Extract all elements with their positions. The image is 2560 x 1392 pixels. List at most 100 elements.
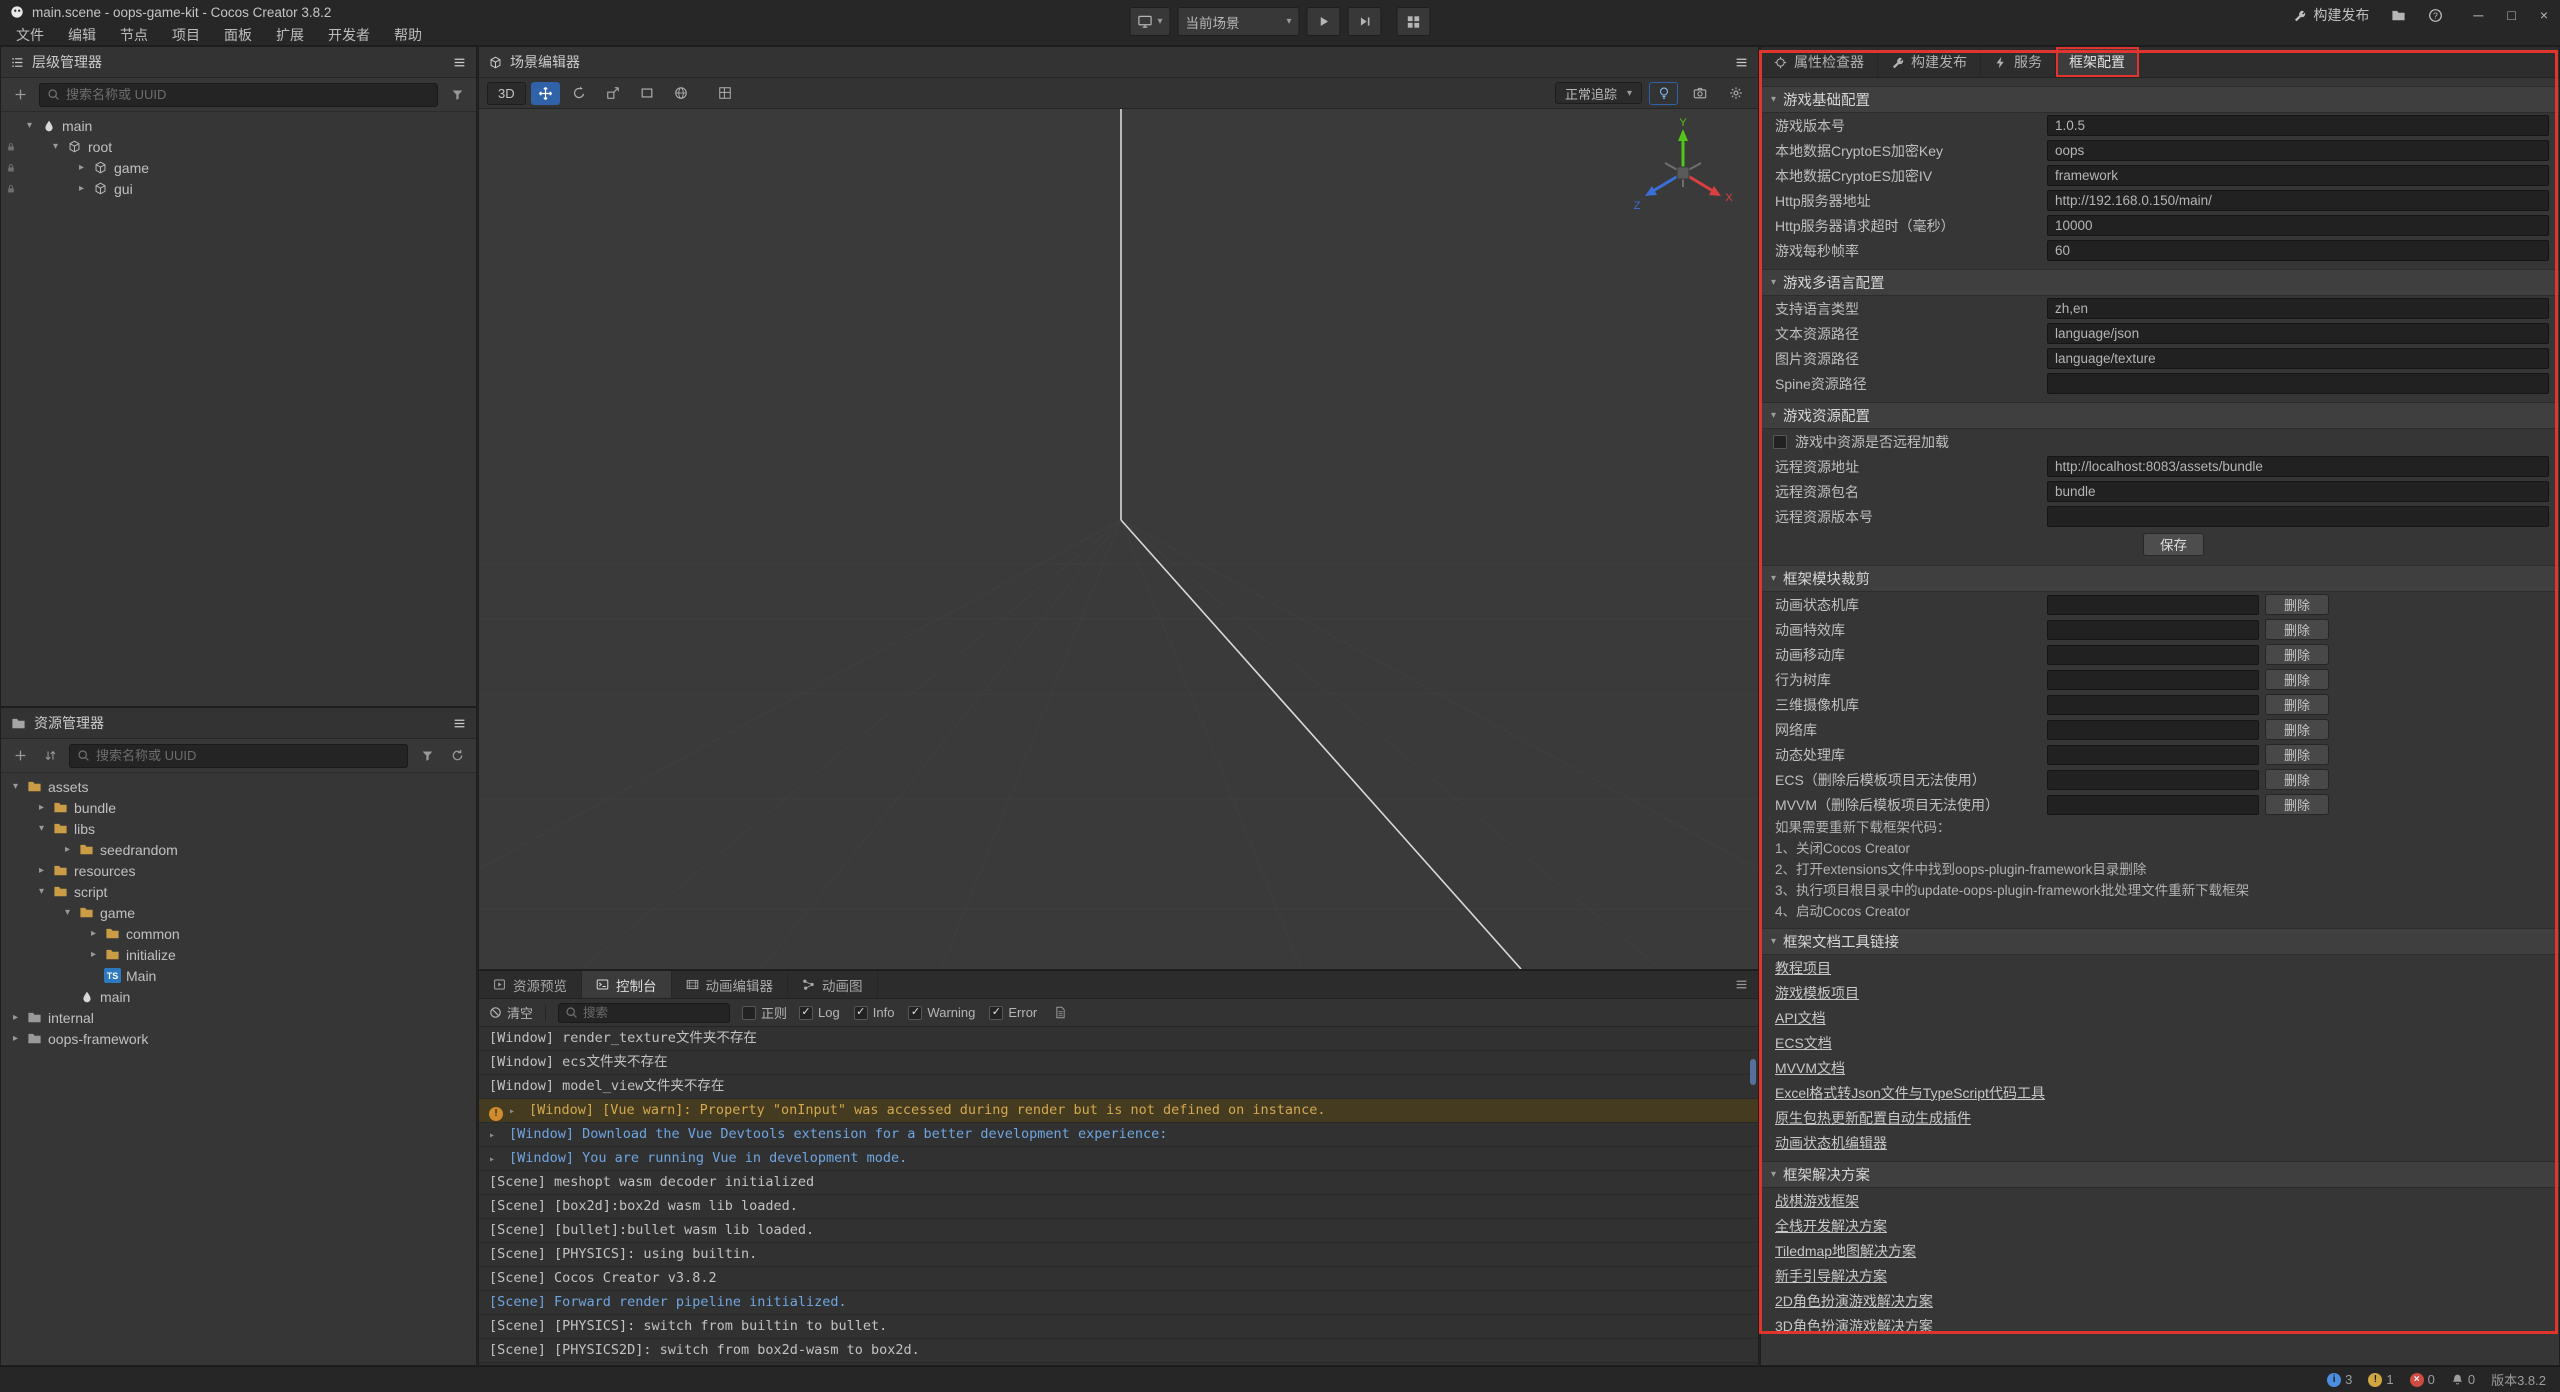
tree-expand-arrow[interactable]: ▸ (85, 928, 102, 939)
tracking-mode-select[interactable]: 正常追踪 ▾ (1555, 82, 1642, 104)
field-input[interactable]: http://localhost:8083/assets/bundle (2047, 456, 2549, 477)
doc-link[interactable]: 战棋游戏框架 (1775, 1191, 1859, 1211)
preview-platform-select[interactable]: ▾ (1129, 7, 1170, 36)
doc-link[interactable]: 2D角色扮演游戏解决方案 (1775, 1291, 1933, 1311)
panel-menu-icon[interactable] (1725, 971, 1758, 998)
tree-expand-arrow[interactable]: ▸ (85, 949, 102, 960)
minimize-button[interactable]: ─ (2473, 7, 2483, 23)
expand-arrow-icon[interactable]: ▸ (489, 1124, 503, 1147)
tree-expand-arrow[interactable]: ▸ (73, 162, 90, 173)
section-header[interactable]: ▾游戏多语言配置 (1761, 269, 2559, 296)
tree-expand-arrow[interactable]: ▾ (33, 886, 50, 897)
close-button[interactable]: × (2540, 7, 2548, 23)
doc-link[interactable]: 游戏模板项目 (1775, 983, 1859, 1003)
log-row[interactable]: [Scene] [bullet]:bullet wasm lib loaded. (479, 1219, 1758, 1243)
log-row[interactable]: [Scene] meshopt wasm decoder initialized (479, 1171, 1758, 1195)
tree-row[interactable]: ▾root (1, 136, 476, 157)
console-search[interactable] (558, 1003, 730, 1023)
console-warn-counter[interactable]: ! 1 (2368, 1372, 2393, 1387)
menu-item[interactable]: 扩展 (264, 25, 316, 45)
rotate-tool-button[interactable] (565, 82, 594, 105)
gizmo-space-button[interactable] (667, 82, 696, 105)
field-input[interactable]: language/texture (2047, 348, 2549, 369)
filter-log-checkbox-group[interactable]: ✓Log (799, 1005, 840, 1020)
doc-link[interactable]: Tiledmap地图解决方案 (1775, 1241, 1916, 1261)
tree-expand-arrow[interactable]: ▸ (7, 1012, 24, 1023)
tree-row[interactable]: ▸internal (1, 1007, 476, 1028)
log-row[interactable]: [Scene] Forward render pipeline initiali… (479, 1291, 1758, 1315)
open-project-folder-button[interactable] (2391, 8, 2406, 23)
filter-checkbox[interactable]: ✓ (799, 1006, 813, 1020)
tree-expand-arrow[interactable]: ▸ (73, 183, 90, 194)
log-row[interactable]: [Scene] [PHYSICS]: using builtin. (479, 1243, 1758, 1267)
module-path-input[interactable] (2047, 720, 2259, 740)
tree-row[interactable]: ▸resources (1, 860, 476, 881)
menu-item[interactable]: 开发者 (316, 25, 382, 45)
doc-link[interactable]: 新手引导解决方案 (1775, 1266, 1887, 1286)
hierarchy-filter-button[interactable] (446, 84, 468, 106)
delete-module-button[interactable]: 删除 (2265, 644, 2329, 665)
log-row[interactable]: [Window] ecs文件夹不存在 (479, 1051, 1758, 1075)
panel-menu-icon[interactable] (453, 717, 466, 730)
create-asset-button[interactable] (9, 745, 31, 767)
menu-item[interactable]: 项目 (160, 25, 212, 45)
scale-tool-button[interactable] (599, 82, 628, 105)
log-row[interactable]: ▸[Window] You are running Vue in develop… (479, 1147, 1758, 1171)
scene-camera-button[interactable] (1685, 82, 1714, 105)
tree-expand-arrow[interactable]: ▸ (7, 1033, 24, 1044)
delete-module-button[interactable]: 删除 (2265, 769, 2329, 790)
doc-link[interactable]: 全栈开发解决方案 (1775, 1216, 1887, 1236)
field-input[interactable]: framework (2047, 165, 2549, 186)
tree-row[interactable]: ▸seedrandom (1, 839, 476, 860)
delete-module-button[interactable]: 删除 (2265, 694, 2329, 715)
console-search-input[interactable] (583, 1006, 723, 1020)
section-header[interactable]: ▾游戏资源配置 (1761, 402, 2559, 429)
tree-row[interactable]: ▾script (1, 881, 476, 902)
delete-module-button[interactable]: 删除 (2265, 594, 2329, 615)
field-input[interactable]: http://192.168.0.150/main/ (2047, 190, 2549, 211)
tree-expand-arrow[interactable]: ▸ (33, 865, 50, 876)
menu-item[interactable]: 面板 (212, 25, 264, 45)
tree-row[interactable]: ▾libs (1, 818, 476, 839)
console-tab[interactable]: 资源预览 (479, 971, 582, 998)
console-log-counter[interactable]: i 3 (2327, 1372, 2352, 1387)
expand-arrow-icon[interactable]: ▸ (489, 1148, 503, 1171)
help-button[interactable]: ? (2428, 8, 2443, 23)
log-row[interactable]: ▸[Window] Download the Vue Devtools exte… (479, 1123, 1758, 1147)
regex-checkbox-group[interactable]: 正则 (742, 1003, 787, 1022)
notification-counter[interactable]: 0 (2451, 1372, 2475, 1387)
tree-expand-arrow[interactable]: ▸ (59, 844, 76, 855)
filter-warning-checkbox-group[interactable]: ✓Warning (908, 1005, 975, 1020)
doc-link[interactable]: 教程项目 (1775, 958, 1831, 978)
tree-row[interactable]: ▸game (1, 157, 476, 178)
module-path-input[interactable] (2047, 745, 2259, 765)
rect-tool-button[interactable] (633, 82, 662, 105)
inspector-tab[interactable]: 服务 (1981, 47, 2056, 77)
module-path-input[interactable] (2047, 645, 2259, 665)
doc-link[interactable]: 3D角色扮演游戏解决方案 (1775, 1316, 1933, 1336)
tree-row[interactable]: ▸initialize (1, 944, 476, 965)
module-path-input[interactable] (2047, 770, 2259, 790)
module-path-input[interactable] (2047, 795, 2259, 815)
console-tab[interactable]: 控制台 (582, 971, 672, 998)
doc-link[interactable]: ECS文档 (1775, 1033, 1832, 1053)
module-path-input[interactable] (2047, 670, 2259, 690)
tree-row[interactable]: ▸common (1, 923, 476, 944)
lock-icon[interactable] (1, 163, 21, 173)
field-input[interactable]: 60 (2047, 240, 2549, 261)
console-tab[interactable]: 动画图 (788, 971, 878, 998)
assets-filter-button[interactable] (416, 745, 438, 767)
field-input[interactable]: oops (2047, 140, 2549, 161)
doc-link[interactable]: API文档 (1775, 1008, 1826, 1028)
delete-module-button[interactable]: 删除 (2265, 719, 2329, 740)
section-header[interactable]: ▾游戏基础配置 (1761, 86, 2559, 113)
field-input[interactable]: language/json (2047, 323, 2549, 344)
menu-item[interactable]: 编辑 (56, 25, 108, 45)
create-node-button[interactable] (9, 84, 31, 106)
doc-link[interactable]: 动画状态机编辑器 (1775, 1133, 1887, 1153)
regex-checkbox[interactable] (742, 1006, 756, 1020)
panel-menu-icon[interactable] (453, 56, 466, 69)
menu-item[interactable]: 节点 (108, 25, 160, 45)
hierarchy-search-input[interactable] (66, 87, 430, 102)
snap-button[interactable] (711, 82, 740, 105)
